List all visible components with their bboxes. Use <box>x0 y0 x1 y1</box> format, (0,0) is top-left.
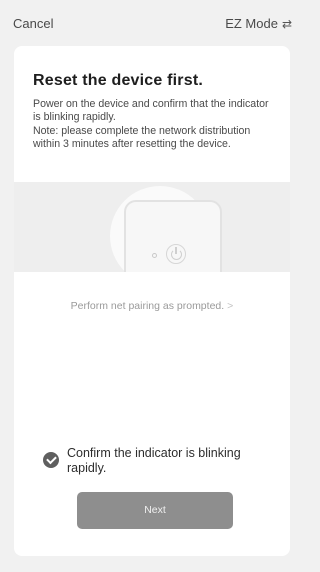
page-title: Reset the device first. <box>33 72 203 89</box>
chevron-right-icon: > <box>227 300 234 312</box>
device-illustration <box>14 182 290 272</box>
instructions: Power on the device and confirm that the… <box>33 98 277 152</box>
next-button[interactable]: Next <box>77 492 233 529</box>
cancel-button[interactable]: Cancel <box>13 16 53 31</box>
net-pairing-label: Perform net pairing as prompted. <box>70 300 225 312</box>
ez-mode-switch[interactable]: EZ Mode ⇄ <box>225 16 292 31</box>
net-pairing-link[interactable]: Perform net pairing as prompted. > <box>14 300 290 312</box>
confirm-checkbox-row[interactable]: Confirm the indicator is blinking rapidl… <box>43 446 273 476</box>
power-icon <box>166 244 186 264</box>
top-bar: Cancel EZ Mode ⇄ <box>0 0 304 48</box>
checkmark-icon[interactable] <box>43 452 59 468</box>
reset-card: Reset the device first. Power on the dev… <box>14 46 290 556</box>
instruction-text: Power on the device and confirm that the… <box>33 98 269 124</box>
ez-mode-label: EZ Mode <box>225 16 278 31</box>
indicator-light-icon <box>152 253 157 258</box>
swap-icon: ⇄ <box>281 16 292 31</box>
note-text: Note: please complete the network distri… <box>33 124 251 151</box>
confirm-label: Confirm the indicator is blinking rapidl… <box>67 446 241 475</box>
